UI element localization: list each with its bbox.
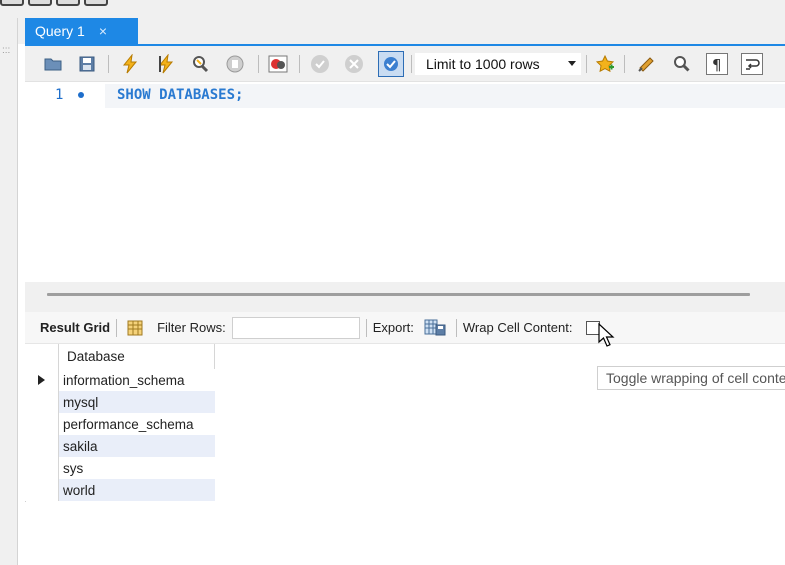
export-icon[interactable] xyxy=(420,319,450,337)
toolbar-separator xyxy=(365,318,367,337)
window-top-strip xyxy=(0,0,785,18)
export-label: Export: xyxy=(372,320,414,335)
table-cell[interactable]: performance_schema xyxy=(59,413,215,435)
resize-grip-icon[interactable]: ::: xyxy=(2,45,10,56)
table-row[interactable]: performance_schema xyxy=(25,413,215,435)
row-header[interactable] xyxy=(25,479,59,501)
result-grid: Database information_schema mysql perfor… xyxy=(25,344,215,501)
toolbar-separator xyxy=(258,55,259,73)
toolbar-separator xyxy=(411,55,412,73)
toolbar-separator xyxy=(108,55,109,73)
tab-label: Query 1 xyxy=(35,23,85,39)
invisible-chars-pilcrow-icon[interactable]: ¶ xyxy=(706,53,728,75)
partial-icon[interactable] xyxy=(0,0,24,6)
tab-query-1[interactable]: Query 1 × xyxy=(25,18,138,44)
rollback-x-icon[interactable] xyxy=(343,53,365,75)
table-row[interactable]: sys xyxy=(25,457,215,479)
open-folder-icon[interactable] xyxy=(42,53,64,75)
top-icon-row xyxy=(0,0,108,8)
row-header[interactable] xyxy=(25,413,59,435)
partial-icon[interactable] xyxy=(28,0,52,6)
stop-hand-icon[interactable] xyxy=(224,53,246,75)
add-snippet-star-icon[interactable] xyxy=(594,53,616,75)
filter-rows-input[interactable] xyxy=(231,316,360,339)
table-row[interactable]: sakila xyxy=(25,435,215,457)
table-row[interactable]: mysql xyxy=(25,391,215,413)
execute-cursor-lightning-icon[interactable] xyxy=(155,53,177,75)
current-row-pointer-icon xyxy=(38,375,45,385)
query-tab-bar: Query 1 × xyxy=(18,18,785,44)
limit-rows-select[interactable]: Limit to 1000 rows xyxy=(415,53,581,75)
toolbar-separator xyxy=(586,55,587,73)
chevron-down-icon xyxy=(568,61,576,66)
table-cell[interactable]: mysql xyxy=(59,391,215,413)
toolbar-separator xyxy=(116,318,118,337)
explain-magnifier-icon[interactable] xyxy=(189,53,211,75)
toggle-error-icon[interactable] xyxy=(267,53,289,75)
sql-statement[interactable]: SHOW DATABASES; xyxy=(117,87,243,103)
wrap-lines-icon[interactable] xyxy=(741,53,763,75)
table-cell[interactable]: world xyxy=(59,479,215,501)
line-number-gutter xyxy=(25,82,105,282)
table-cell[interactable]: sakila xyxy=(59,435,215,457)
table-row[interactable]: information_schema xyxy=(25,369,215,391)
toolbar-separator xyxy=(455,318,457,337)
sql-editor[interactable]: 1 SHOW DATABASES; xyxy=(25,82,785,282)
row-header[interactable] xyxy=(25,457,59,479)
left-panel-edge: ::: xyxy=(0,18,18,565)
tab-close-icon[interactable]: × xyxy=(99,23,107,39)
statement-marker-icon xyxy=(78,92,84,98)
partial-icon[interactable] xyxy=(56,0,80,6)
filter-rows-label: Filter Rows: xyxy=(157,320,226,335)
commit-check-icon[interactable] xyxy=(309,53,331,75)
svg-text:¶: ¶ xyxy=(712,56,722,74)
wrap-cell-tooltip: Toggle wrapping of cell contents xyxy=(597,366,785,390)
grid-view-icon[interactable] xyxy=(123,320,147,336)
grid-corner-cell[interactable] xyxy=(25,344,59,369)
mouse-pointer-icon xyxy=(598,322,615,347)
column-header-database[interactable]: Database xyxy=(59,344,215,369)
row-header[interactable] xyxy=(25,391,59,413)
save-icon[interactable] xyxy=(76,53,98,75)
table-row[interactable]: world xyxy=(25,479,215,501)
table-cell[interactable]: information_schema xyxy=(59,369,215,391)
line-number: 1 xyxy=(55,87,64,103)
beautify-brush-icon[interactable] xyxy=(636,53,658,75)
result-grid-tab[interactable]: Result Grid xyxy=(40,320,110,335)
row-header[interactable] xyxy=(25,369,59,391)
partial-icon[interactable] xyxy=(84,0,108,6)
row-header[interactable] xyxy=(25,435,59,457)
limit-rows-value: Limit to 1000 rows xyxy=(426,56,540,72)
grid-header-row: Database xyxy=(25,344,215,369)
result-toolbar: Result Grid Filter Rows: Export: Wrap Ce… xyxy=(25,312,785,344)
autocommit-toggle-icon[interactable] xyxy=(378,51,404,77)
toolbar-separator xyxy=(299,55,300,73)
table-cell[interactable]: sys xyxy=(59,457,215,479)
sql-editor-toolbar: Limit to 1000 rows ¶ xyxy=(25,46,785,82)
execute-lightning-icon[interactable] xyxy=(119,53,141,75)
splitter-handle[interactable] xyxy=(47,293,750,296)
panel-splitter[interactable] xyxy=(25,282,785,312)
toolbar-separator xyxy=(624,55,625,73)
wrap-cell-content-label: Wrap Cell Content: xyxy=(462,320,573,335)
find-magnifier-icon[interactable] xyxy=(671,53,693,75)
